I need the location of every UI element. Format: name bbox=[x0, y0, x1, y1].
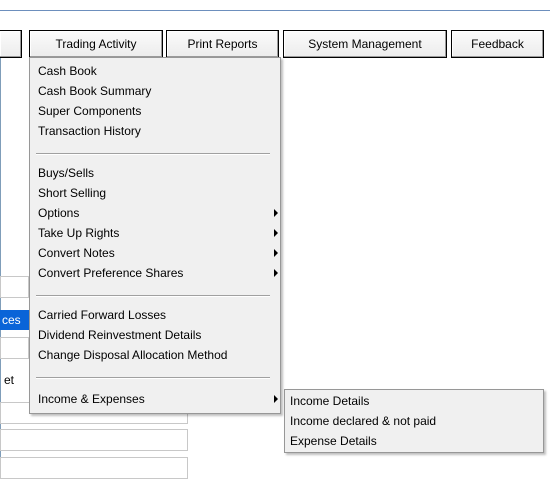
income-expenses-submenu: Income Details Income declared & not pai… bbox=[284, 389, 544, 453]
background-field[interactable] bbox=[0, 429, 188, 451]
menu-item-super-components[interactable]: Super Components bbox=[38, 102, 141, 120]
menu-item-convert-notes[interactable]: Convert Notes bbox=[38, 244, 115, 262]
submenu-arrow-icon bbox=[274, 249, 278, 257]
menu-item-cash-book[interactable]: Cash Book bbox=[38, 62, 97, 80]
menu-item-cash-book-summary[interactable]: Cash Book Summary bbox=[38, 82, 151, 100]
menu-item-buys-sells[interactable]: Buys/Sells bbox=[38, 164, 94, 182]
menu-trading-activity[interactable]: Trading Activity bbox=[29, 30, 163, 58]
submenu-arrow-icon bbox=[274, 395, 278, 403]
menu-print-reports[interactable]: Print Reports bbox=[166, 30, 279, 58]
background-field[interactable] bbox=[0, 276, 29, 298]
submenu-arrow-icon bbox=[274, 269, 278, 277]
menu-item-take-up-rights[interactable]: Take Up Rights bbox=[38, 224, 119, 242]
menu-item-options[interactable]: Options bbox=[38, 204, 79, 222]
menu-item-income-expenses[interactable]: Income & Expenses bbox=[38, 390, 145, 408]
menu-item-dividend-reinvestment-details[interactable]: Dividend Reinvestment Details bbox=[38, 326, 201, 344]
background-field[interactable] bbox=[0, 457, 188, 479]
menu-separator bbox=[36, 153, 270, 155]
window-top-frame bbox=[0, 0, 550, 11]
menu-item-change-disposal-allocation-method[interactable]: Change Disposal Allocation Method bbox=[38, 346, 227, 364]
background-selected-item[interactable]: ces bbox=[0, 310, 29, 330]
submenu-item-income-declared-not-paid[interactable]: Income declared & not paid bbox=[290, 411, 436, 431]
submenu-arrow-icon bbox=[274, 229, 278, 237]
background-label: et bbox=[4, 373, 15, 387]
menu-item-transaction-history[interactable]: Transaction History bbox=[38, 122, 141, 140]
menu-feedback[interactable]: Feedback bbox=[451, 30, 544, 58]
menu-separator bbox=[36, 295, 270, 297]
menu-item-convert-preference-shares[interactable]: Convert Preference Shares bbox=[38, 264, 183, 282]
menu-separator bbox=[36, 377, 270, 379]
background-field[interactable] bbox=[0, 337, 29, 359]
trading-activity-dropdown: Cash Book Cash Book Summary Super Compon… bbox=[29, 57, 281, 414]
menu-system-management[interactable]: System Management bbox=[283, 30, 447, 58]
submenu-arrow-icon bbox=[274, 209, 278, 217]
menu-bar: Trading Activity Print Reports System Ma… bbox=[0, 30, 550, 58]
submenu-item-income-details[interactable]: Income Details bbox=[290, 391, 369, 411]
menu-item-carried-forward-losses[interactable]: Carried Forward Losses bbox=[38, 306, 166, 324]
submenu-item-expense-details[interactable]: Expense Details bbox=[290, 431, 377, 451]
menu-item-short-selling[interactable]: Short Selling bbox=[38, 184, 106, 202]
menu-button-partial[interactable] bbox=[0, 30, 22, 58]
